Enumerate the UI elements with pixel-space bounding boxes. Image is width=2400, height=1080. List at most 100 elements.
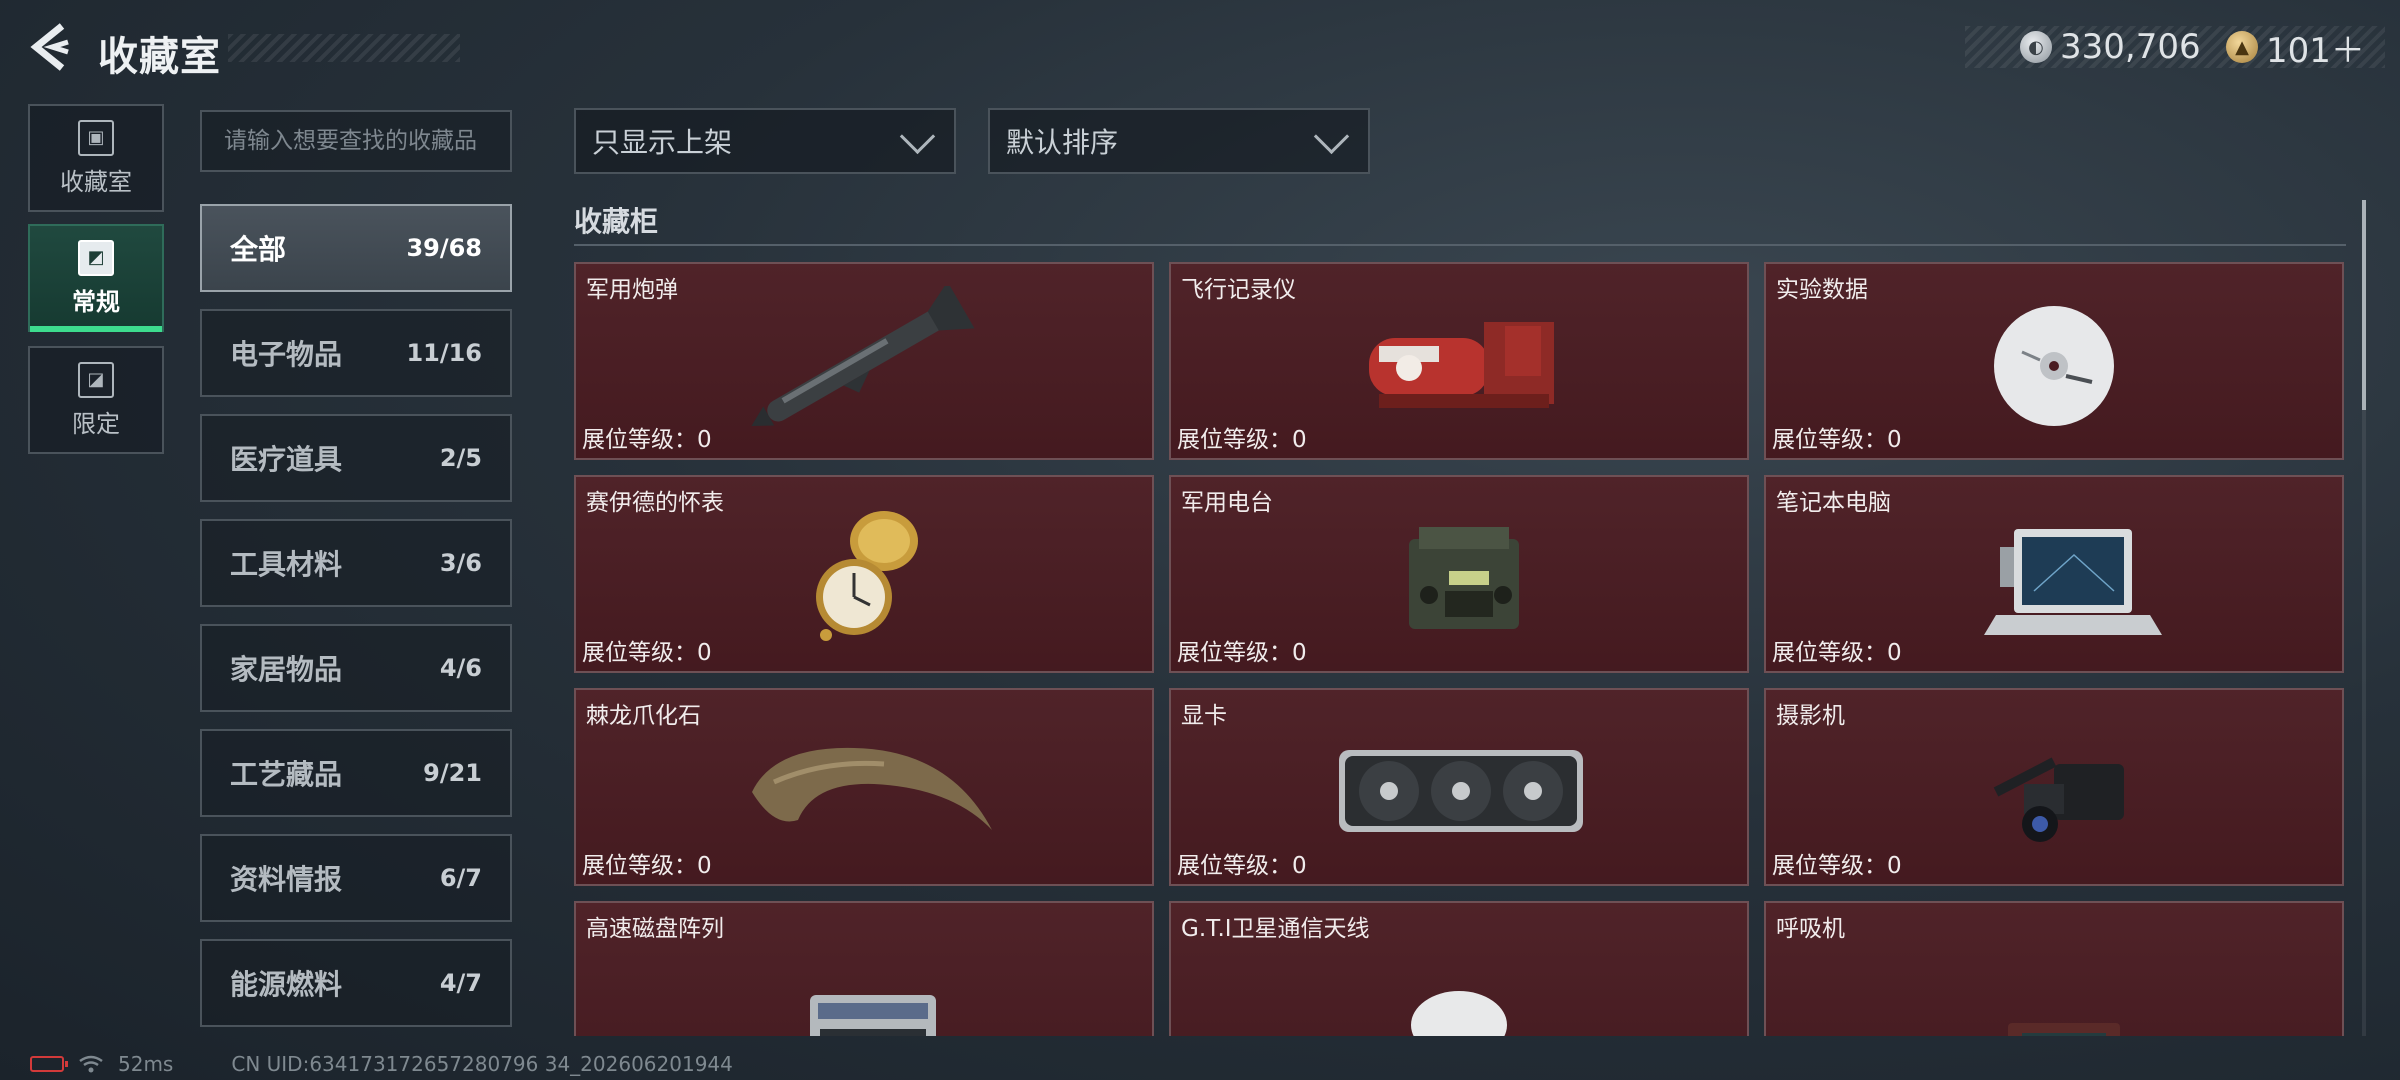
category-household[interactable]: 家居物品 4/6 <box>200 624 512 712</box>
page-title: 收藏室 <box>98 34 221 80</box>
back-button[interactable] <box>28 22 72 72</box>
category-count: 2/5 <box>439 444 482 472</box>
display-level: 展位等级：0 <box>1177 853 1307 879</box>
disc-icon <box>1994 306 2114 426</box>
category-medical[interactable]: 医疗道具 2/5 <box>200 414 512 502</box>
category-count: 3/6 <box>439 549 482 577</box>
category-all[interactable]: 全部 39/68 <box>200 204 512 292</box>
item-name: 笔记本电脑 <box>1776 490 1891 516</box>
category-energy[interactable]: 能源燃料 4/7 <box>200 939 512 1027</box>
back-arrow-icon <box>30 23 69 71</box>
ping-value: 52ms <box>118 1052 174 1076</box>
collection-card[interactable]: 棘龙爪化石 展位等级：0 <box>574 688 1154 886</box>
category-name: 电子物品 <box>230 338 343 371</box>
display-level: 展位等级：0 <box>582 853 712 879</box>
section-title: 收藏柜 <box>574 205 659 238</box>
collection-card[interactable]: 实验数据 展位等级：0 <box>1764 262 2344 460</box>
collection-card[interactable]: G.T.I卫星通信天线 <box>1169 901 1749 1036</box>
laptop-icon <box>1984 529 2162 635</box>
sort-dropdown[interactable]: 默认排序 <box>988 108 1370 174</box>
item-name: 实验数据 <box>1776 277 1868 303</box>
collection-grid[interactable]: 军用炮弹 展位等级：0 飞行记录仪 展位等级：0 实验数据 展位等级：0 赛伊德… <box>574 262 2346 1036</box>
scrollbar-thumb[interactable] <box>2362 200 2366 410</box>
category-crafts[interactable]: 工艺藏品 9/21 <box>200 729 512 817</box>
claw-fossil-icon <box>752 747 992 830</box>
category-name: 能源燃料 <box>230 968 343 1001</box>
silver-currency: ◐ 330,706 <box>2020 26 2201 68</box>
collection-card[interactable]: 飞行记录仪 展位等级：0 <box>1169 262 1749 460</box>
category-count: 9/21 <box>423 759 482 787</box>
collection-card[interactable]: 军用电台 展位等级：0 <box>1169 475 1749 673</box>
item-name: 棘龙爪化石 <box>586 703 701 729</box>
collection-card[interactable]: 军用炮弹 展位等级：0 <box>574 262 1154 460</box>
item-name: 军用电台 <box>1181 490 1273 516</box>
collection-card[interactable]: 呼吸机 <box>1764 901 2344 1036</box>
category-intel[interactable]: 资料情报 6/7 <box>200 834 512 922</box>
category-count: 4/7 <box>439 969 482 997</box>
gold-coin-icon: ▲ <box>2226 31 2258 63</box>
item-name: 高速磁盘阵列 <box>586 916 724 942</box>
disk-array-icon <box>810 995 936 1036</box>
collection-card[interactable]: 笔记本电脑 展位等级：0 <box>1764 475 2344 673</box>
silver-coin-icon: ◐ <box>2020 31 2052 63</box>
limited-frame-icon: ◪ <box>78 361 114 398</box>
category-count: 6/7 <box>439 864 482 892</box>
wifi-icon <box>79 1055 103 1073</box>
dropdown-value: 只显示上架 <box>592 126 733 159</box>
section-divider <box>574 244 2346 246</box>
category-count: 11/16 <box>406 339 482 367</box>
title-decoration <box>228 34 460 62</box>
mode-limited[interactable]: ◪ 限定 <box>28 346 164 454</box>
missile-icon <box>751 286 975 426</box>
item-name: 摄影机 <box>1776 703 1845 729</box>
mode-collection-room[interactable]: ▣ 收藏室 <box>28 104 164 212</box>
category-name: 全部 <box>230 233 287 266</box>
display-level: 展位等级：0 <box>1177 640 1307 666</box>
collection-card[interactable]: 高速磁盘阵列 <box>574 901 1154 1036</box>
video-camera-icon <box>1993 757 2124 842</box>
category-name: 医疗道具 <box>230 443 343 476</box>
display-level: 展位等级：0 <box>1177 427 1307 453</box>
gold-amount: 101＋ <box>2266 30 2365 71</box>
dropdown-value: 默认排序 <box>1006 126 1119 159</box>
display-level: 展位等级：0 <box>1772 640 1902 666</box>
category-name: 家居物品 <box>230 653 343 686</box>
category-name: 工具材料 <box>230 548 343 581</box>
picture-frame-icon: ◩ <box>78 239 114 276</box>
graphics-card-icon <box>1339 750 1583 832</box>
pocket-watch-icon <box>816 511 918 641</box>
display-level: 展位等级：0 <box>582 640 712 666</box>
collection-card[interactable]: 赛伊德的怀表 展位等级：0 <box>574 475 1154 673</box>
uid-text: CN UID:634173172657280796 34_20260620194… <box>231 1052 733 1076</box>
gold-currency[interactable]: ▲ 101＋ <box>2226 26 2365 71</box>
mode-label: 常规 <box>72 287 120 316</box>
flight-recorder-icon <box>1369 322 1554 408</box>
category-name: 工艺藏品 <box>230 758 343 791</box>
radio-icon <box>1409 527 1519 629</box>
collection-card[interactable]: 显卡 展位等级：0 <box>1169 688 1749 886</box>
display-level: 展位等级：0 <box>1772 427 1902 453</box>
chevron-down-icon <box>899 118 936 154</box>
item-name: 军用炮弹 <box>586 277 678 303</box>
search-input[interactable] <box>200 110 512 172</box>
chevron-down-icon <box>1313 118 1350 154</box>
item-name: 呼吸机 <box>1776 916 1845 942</box>
item-name: 赛伊德的怀表 <box>586 490 724 516</box>
category-name: 资料情报 <box>230 863 343 896</box>
collection-card[interactable]: 摄影机 展位等级：0 <box>1764 688 2344 886</box>
category-count: 4/6 <box>439 654 482 682</box>
category-tools[interactable]: 工具材料 3/6 <box>200 519 512 607</box>
category-count: 39/68 <box>406 234 482 262</box>
show-filter-dropdown[interactable]: 只显示上架 <box>574 108 956 174</box>
item-name: 飞行记录仪 <box>1181 277 1296 303</box>
mode-regular[interactable]: ◩ 常规 <box>28 224 164 332</box>
item-name: 显卡 <box>1181 703 1227 729</box>
status-footer: 52ms CN UID:634173172657280796 34_202606… <box>30 1052 733 1076</box>
display-level: 展位等级：0 <box>1772 853 1902 879</box>
ventilator-icon <box>2008 1023 2120 1036</box>
mode-label: 限定 <box>72 409 120 438</box>
satellite-dish-icon <box>1411 991 1507 1036</box>
silver-amount: 330,706 <box>2060 27 2201 67</box>
category-electronics[interactable]: 电子物品 11/16 <box>200 309 512 397</box>
mode-label: 收藏室 <box>60 167 132 196</box>
